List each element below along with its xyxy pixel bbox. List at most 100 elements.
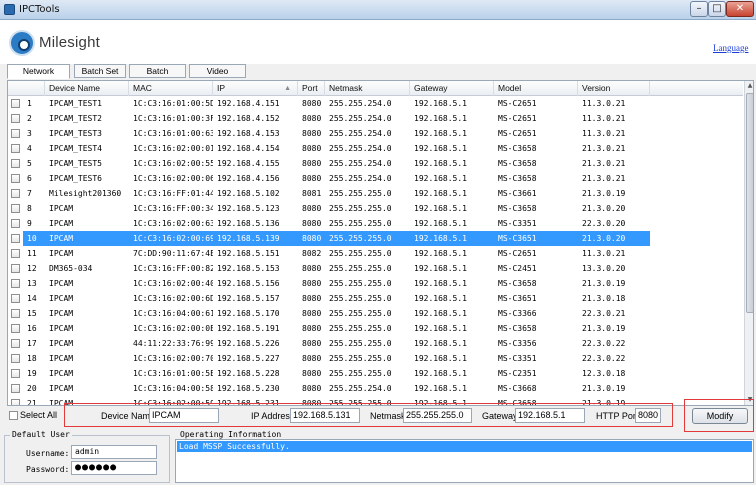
operating-info-log[interactable]: Load MSSP Successfully. — [175, 439, 754, 483]
log-line: Load MSSP Successfully. — [177, 441, 752, 452]
cell-version: 11.3.0.21 — [582, 249, 626, 258]
row-checkbox[interactable] — [11, 309, 20, 318]
cell-netmask: 255.255.255.0 — [329, 279, 392, 288]
cell-version: 21.3.0.19 — [582, 189, 626, 198]
row-checkbox[interactable] — [11, 339, 20, 348]
netmask-input[interactable]: 255.255.255.0 — [403, 408, 472, 423]
row-checkbox[interactable] — [11, 384, 20, 393]
table-row[interactable]: 7 Milesight201360 1C:C3:16:FF:01:44 192.168… — [8, 186, 743, 201]
table-row[interactable]: 6 IPCAM_TEST6 1C:C3:16:02:00:06 192.168.4.1… — [8, 171, 743, 186]
row-checkbox[interactable] — [11, 189, 20, 198]
col-port[interactable]: Port — [298, 81, 325, 96]
row-checkbox[interactable] — [11, 174, 20, 183]
row-checkbox[interactable] — [11, 204, 20, 213]
table-row[interactable]: 13 IPCAM 1C:C3:16:02:00:40 192.168.5.156 808… — [8, 276, 743, 291]
row-checkbox[interactable] — [11, 99, 20, 108]
row-checkbox[interactable] — [11, 294, 20, 303]
language-link[interactable]: Language — [713, 43, 748, 53]
vertical-scrollbar[interactable]: ▲ ▼ — [744, 81, 753, 405]
table-row[interactable]: 3 IPCAM_TEST3 1C:C3:16:01:00:63 192.168.4.1… — [8, 126, 743, 141]
row-checkbox[interactable] — [11, 249, 20, 258]
table-row[interactable]: 17 IPCAM 44:11:22:33:76:99 192.168.5.226 808… — [8, 336, 743, 351]
cell-mac: 7C:DD:90:11:67:4E — [133, 249, 213, 258]
http-port-input[interactable]: 8080 — [635, 408, 661, 423]
row-checkbox[interactable] — [11, 234, 20, 243]
cell-gateway: 192.168.5.1 — [414, 114, 467, 123]
table-row[interactable]: 5 IPCAM_TEST5 1C:C3:16:02:00:55 192.168.4.1… — [8, 156, 743, 171]
col-gateway[interactable]: Gateway — [410, 81, 494, 96]
cell-port: 8080 — [302, 219, 322, 228]
table-row[interactable]: 8 IPCAM 1C:C3:16:FF:00:34 192.168.5.123 8080… — [8, 201, 743, 216]
col-netmask[interactable]: Netmask — [325, 81, 410, 96]
close-button[interactable]: ✕ — [726, 1, 754, 17]
maximize-button[interactable]: □ — [708, 1, 726, 17]
username-label: Username: — [26, 449, 70, 458]
table-row[interactable]: 1 IPCAM_TEST1 1C:C3:16:01:00:5D 192.168.4.1… — [8, 96, 743, 111]
cell-row-number: 18 — [27, 354, 37, 363]
cell-ip: 192.168.4.155 — [217, 159, 280, 168]
col-model[interactable]: Model — [494, 81, 578, 96]
tab-batch-set[interactable]: Batch Set — [74, 64, 126, 78]
row-checkbox[interactable] — [11, 129, 20, 138]
cell-netmask: 255.255.255.0 — [325, 231, 410, 246]
tab-network-settings[interactable]: Network Settings — [7, 64, 70, 88]
table-row[interactable]: 10 IPCAM 1C:C3:16:02:00:69 192.168.5.139 808… — [8, 231, 743, 246]
device-name-input[interactable]: IPCAM — [149, 408, 219, 423]
col-version[interactable]: Version — [578, 81, 650, 96]
tab-batch-upgrade[interactable]: Batch Upgrade — [129, 64, 186, 88]
table-row[interactable]: 4 IPCAM_TEST4 1C:C3:16:02:00:01 192.168.4.1… — [8, 141, 743, 156]
row-checkbox[interactable] — [11, 144, 20, 153]
cell-port: 8080 — [302, 114, 322, 123]
cell-model: MS-C3658 — [498, 144, 537, 153]
table-row[interactable]: 18 IPCAM 1C:C3:16:02:00:70 192.168.5.227 808… — [8, 351, 743, 366]
cell-port: 8080 — [302, 144, 322, 153]
row-checkbox[interactable] — [11, 324, 20, 333]
gateway-input[interactable]: 192.168.5.1 — [515, 408, 585, 423]
table-row[interactable]: 16 IPCAM 1C:C3:16:02:00:0E 192.168.5.191 808… — [8, 321, 743, 336]
title-bar: IPCTools – □ ✕ — [0, 0, 756, 20]
minimize-button[interactable]: – — [690, 1, 708, 17]
default-user-title: Default User — [10, 430, 72, 439]
row-checkbox[interactable] — [11, 369, 20, 378]
table-row[interactable]: 12 DM365-034 1C:C3:16:FF:00:82 192.168.5.15… — [8, 261, 743, 276]
cell-ip: 192.168.5.228 — [217, 369, 280, 378]
cell-mac: 1C:C3:16:FF:00:34 — [133, 204, 213, 213]
scroll-thumb[interactable] — [746, 93, 753, 313]
row-checkbox[interactable] — [11, 354, 20, 363]
cell-version: 21.3.0.18 — [582, 294, 626, 303]
cell-row-number: 13 — [27, 279, 37, 288]
cell-row-number: 9 — [27, 219, 32, 228]
table-row[interactable]: 15 IPCAM 1C:C3:16:04:00:61 192.168.5.170 808… — [8, 306, 743, 321]
header: Milesight Language — [0, 20, 756, 64]
row-checkbox[interactable] — [11, 159, 20, 168]
row-checkbox[interactable] — [11, 114, 20, 123]
ip-address-input[interactable]: 192.168.5.131 — [290, 408, 360, 423]
table-row[interactable]: 19 IPCAM 1C:C3:16:01:00:5E 192.168.5.228 808… — [8, 366, 743, 381]
row-checkbox[interactable] — [11, 264, 20, 273]
cell-model: MS-C3658 — [498, 204, 537, 213]
table-row[interactable]: 11 IPCAM 7C:DD:90:11:67:4E 192.168.5.151 808… — [8, 246, 743, 261]
col-mac[interactable]: MAC — [129, 81, 213, 96]
tab-video-previews[interactable]: Video Previews — [189, 64, 246, 88]
row-checkbox[interactable] — [11, 279, 20, 288]
cell-model: MS-C3668 — [498, 384, 537, 393]
password-input[interactable]: ●●●●●● — [71, 461, 157, 475]
col-ip[interactable]: IP ▲ — [213, 81, 298, 96]
row-checkbox[interactable] — [11, 399, 20, 405]
col-device-name[interactable]: Device Name — [45, 81, 129, 96]
table-row[interactable]: 20 IPCAM 1C:C3:16:04:00:58 192.168.5.230 808… — [8, 381, 743, 396]
cell-gateway: 192.168.5.1 — [414, 219, 467, 228]
table-row[interactable]: 2 IPCAM_TEST2 1C:C3:16:01:00:3F 192.168.4.1… — [8, 111, 743, 126]
username-input[interactable]: admin — [71, 445, 157, 459]
table-row[interactable]: 14 IPCAM 1C:C3:16:02:00:6D 192.168.5.157 808… — [8, 291, 743, 306]
table-row[interactable]: 9 IPCAM 1C:C3:16:02:00:63 192.168.5.136 8080… — [8, 216, 743, 231]
cell-port: 8080 — [302, 129, 322, 138]
row-checkbox[interactable] — [11, 219, 20, 228]
cell-port: 8080 — [302, 369, 322, 378]
scroll-up-icon[interactable]: ▲ — [745, 81, 753, 91]
select-all-checkbox[interactable] — [9, 411, 18, 420]
cell-netmask: 255.255.254.0 — [329, 114, 392, 123]
cell-port: 8080 — [302, 324, 322, 333]
cell-version: 21.3.0.19 — [582, 384, 626, 393]
modify-button[interactable]: Modify — [692, 408, 748, 424]
